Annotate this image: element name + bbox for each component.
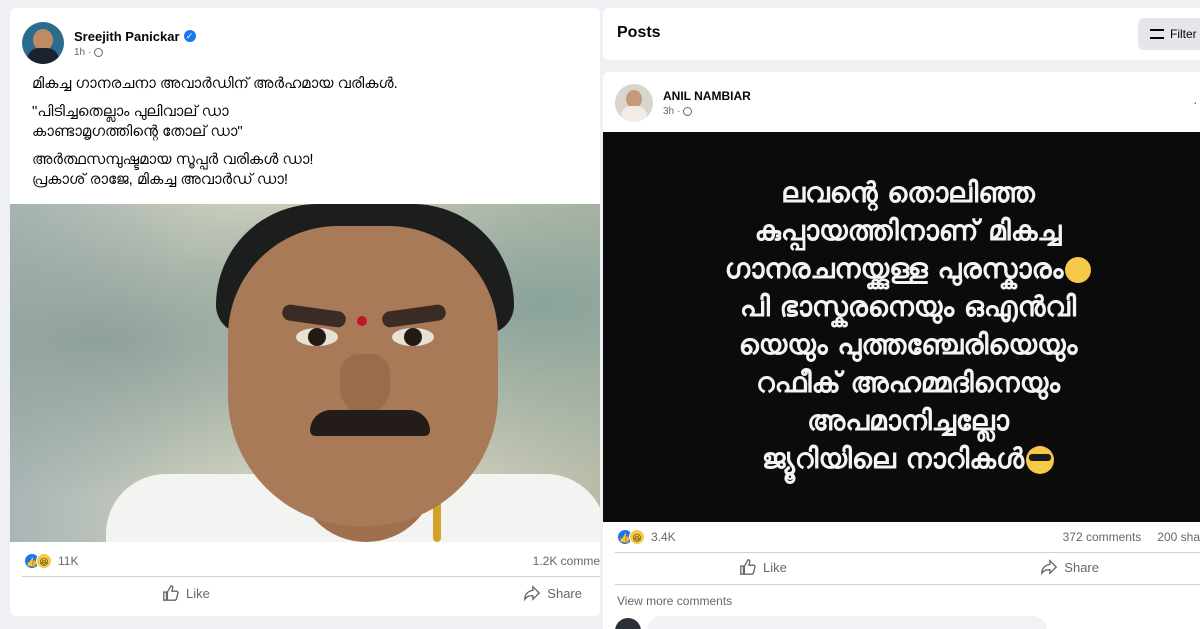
thumbs-up-icon [740, 559, 756, 575]
share-label: Share [547, 585, 582, 601]
text-image-post[interactable]: ലവന്റെ തൊലിഞ്ഞ കുപ്പായത്തിനാണ് മികച്ച ഗാ… [603, 132, 1200, 522]
post-image[interactable] [10, 204, 600, 542]
view-more-comments-link[interactable]: View more comments [617, 594, 732, 608]
globe-icon [94, 47, 104, 57]
reaction-summary: 👍 😆 11K 1.2K comme [24, 553, 600, 569]
post-text-line: കാണ്ടാമൃഗത്തിന്റെ തോല് ഡാ" [32, 123, 243, 140]
image-text-line-with-emoji: ഗാനരചനയ്ക്കുള്ള പുരസ്കാരം [663, 250, 1153, 288]
image-text-line: ഗാനരചനയ്ക്കുള്ള പുരസ്കാരം [724, 252, 1064, 285]
filters-label: Filter [1170, 27, 1197, 41]
post-time[interactable]: 1h [74, 47, 85, 58]
right-post-card: ANIL NAMBIAR 3h · · ലവന്റെ തൊലിഞ്ഞ കുപ്പ… [603, 72, 1200, 629]
reaction-summary: 👍 😆 3.4K 372 comments 200 sha [617, 529, 1200, 545]
action-bar: Like Share [162, 584, 582, 602]
post-meta: 3h · [663, 106, 751, 117]
image-mustache [310, 410, 430, 436]
like-label: Like [763, 559, 787, 575]
avatar-body [621, 106, 647, 122]
action-bar: Like Share [739, 558, 1099, 576]
image-text-line: പി ഭാസ്കരനെയും ഒഎൻവി [739, 290, 1077, 323]
reaction-count[interactable]: 3.4K [651, 530, 676, 544]
like-label: Like [186, 585, 210, 601]
like-button[interactable]: Like [162, 584, 210, 602]
share-button[interactable]: Share [523, 584, 582, 602]
image-bindi [357, 316, 367, 326]
divider [615, 552, 1200, 553]
filters-icon [1150, 29, 1164, 39]
commenter-avatar[interactable] [615, 618, 641, 629]
share-count[interactable]: 200 sha [1157, 530, 1200, 544]
reaction-count[interactable]: 11K [58, 554, 78, 568]
avatar-body [27, 48, 59, 64]
image-text-line: യെയും പുത്തഞ്ചേരിയെയും [738, 328, 1078, 361]
post-text: മികച്ച ഗാനരചനാ അവാർഡിന് അർഹമായ വരികൾ. "പ… [32, 74, 592, 198]
more-options-icon[interactable]: · [1193, 94, 1198, 110]
reaction-icons[interactable]: 👍 😆 [617, 529, 645, 545]
share-arrow-icon [524, 585, 541, 602]
sunglasses-emoji-icon [1026, 446, 1055, 474]
left-post-card: Sreejith Panickar ✓ 1h · മികച്ച ഗാനരചനാ … [10, 8, 600, 616]
post-text-line: മികച്ച ഗാനരചനാ അവാർഡിന് അർഹമായ വരികൾ. [32, 75, 398, 92]
globe-icon [683, 107, 693, 116]
dot-separator: · [677, 106, 681, 117]
thumbs-up-icon [163, 585, 179, 601]
posts-header-card: Posts Filter [603, 8, 1200, 60]
comment-bubble[interactable] [647, 616, 1047, 629]
post-header: ANIL NAMBIAR 3h · [615, 84, 751, 122]
dot-separator: · [88, 46, 92, 58]
post-text-line: "പിടിച്ചതെല്ലാം പുലിവാല് ഡാ [32, 103, 229, 120]
comment-count[interactable]: 1.2K comme [533, 554, 600, 568]
author-name[interactable]: ANIL NAMBIAR [663, 89, 751, 103]
post-header: Sreejith Panickar ✓ 1h · [22, 22, 196, 64]
image-text-line: അപമാനിച്ചല്ലോ [807, 404, 1009, 437]
divider [22, 576, 600, 577]
share-label: Share [1064, 559, 1099, 575]
filters-button[interactable]: Filter [1138, 18, 1200, 50]
author-name[interactable]: Sreejith Panickar [74, 29, 180, 44]
haha-reaction-icon: 😆 [36, 553, 52, 569]
post-text-line: പ്രകാശ് രാജേ, മികച്ച അവാർഡ് ഡാ! [32, 171, 289, 188]
image-text: ലവന്റെ തൊലിഞ്ഞ കുപ്പായത്തിനാണ് മികച്ച ഗാ… [663, 174, 1153, 478]
posts-title: Posts [617, 24, 661, 41]
avatar[interactable] [615, 84, 653, 122]
image-text-line: റഫീക് അഹമ്മദിനെയും [756, 366, 1060, 399]
image-nose [340, 354, 390, 414]
author-block: ANIL NAMBIAR 3h · [663, 89, 751, 117]
divider [615, 584, 1200, 585]
haha-reaction-icon: 😆 [629, 529, 645, 545]
eye-roll-emoji-icon [1065, 257, 1092, 283]
author-line: Sreejith Panickar ✓ [74, 29, 196, 44]
verified-badge-icon: ✓ [183, 30, 196, 42]
reaction-icons[interactable]: 👍 😆 [24, 553, 52, 569]
like-button[interactable]: Like [739, 558, 787, 576]
share-arrow-icon [1041, 559, 1058, 576]
image-text-line-with-emoji: ജ്യൂറിയിലെ നാറികൾ [663, 440, 1153, 478]
avatar[interactable] [22, 22, 64, 64]
post-text-line: അർത്ഥസമ്പുഷ്ടമായ സൂപ്പർ വരികൾ ഡാ! [32, 151, 314, 168]
image-text-line: ജ്യൂറിയിലെ നാറികൾ [761, 442, 1025, 475]
comment-count[interactable]: 372 comments [1063, 530, 1142, 544]
image-pupil [404, 328, 422, 346]
image-text-line: കുപ്പായത്തിനാണ് മികച്ച [754, 214, 1062, 247]
share-button[interactable]: Share [1040, 558, 1099, 576]
author-block: Sreejith Panickar ✓ 1h · [74, 29, 196, 58]
post-time[interactable]: 3h [663, 106, 674, 117]
image-pupil [308, 328, 326, 346]
post-stats: 372 comments 200 sha [1063, 530, 1200, 544]
post-meta: 1h · [74, 47, 196, 58]
image-text-line: ലവന്റെ തൊലിഞ്ഞ [781, 176, 1035, 209]
